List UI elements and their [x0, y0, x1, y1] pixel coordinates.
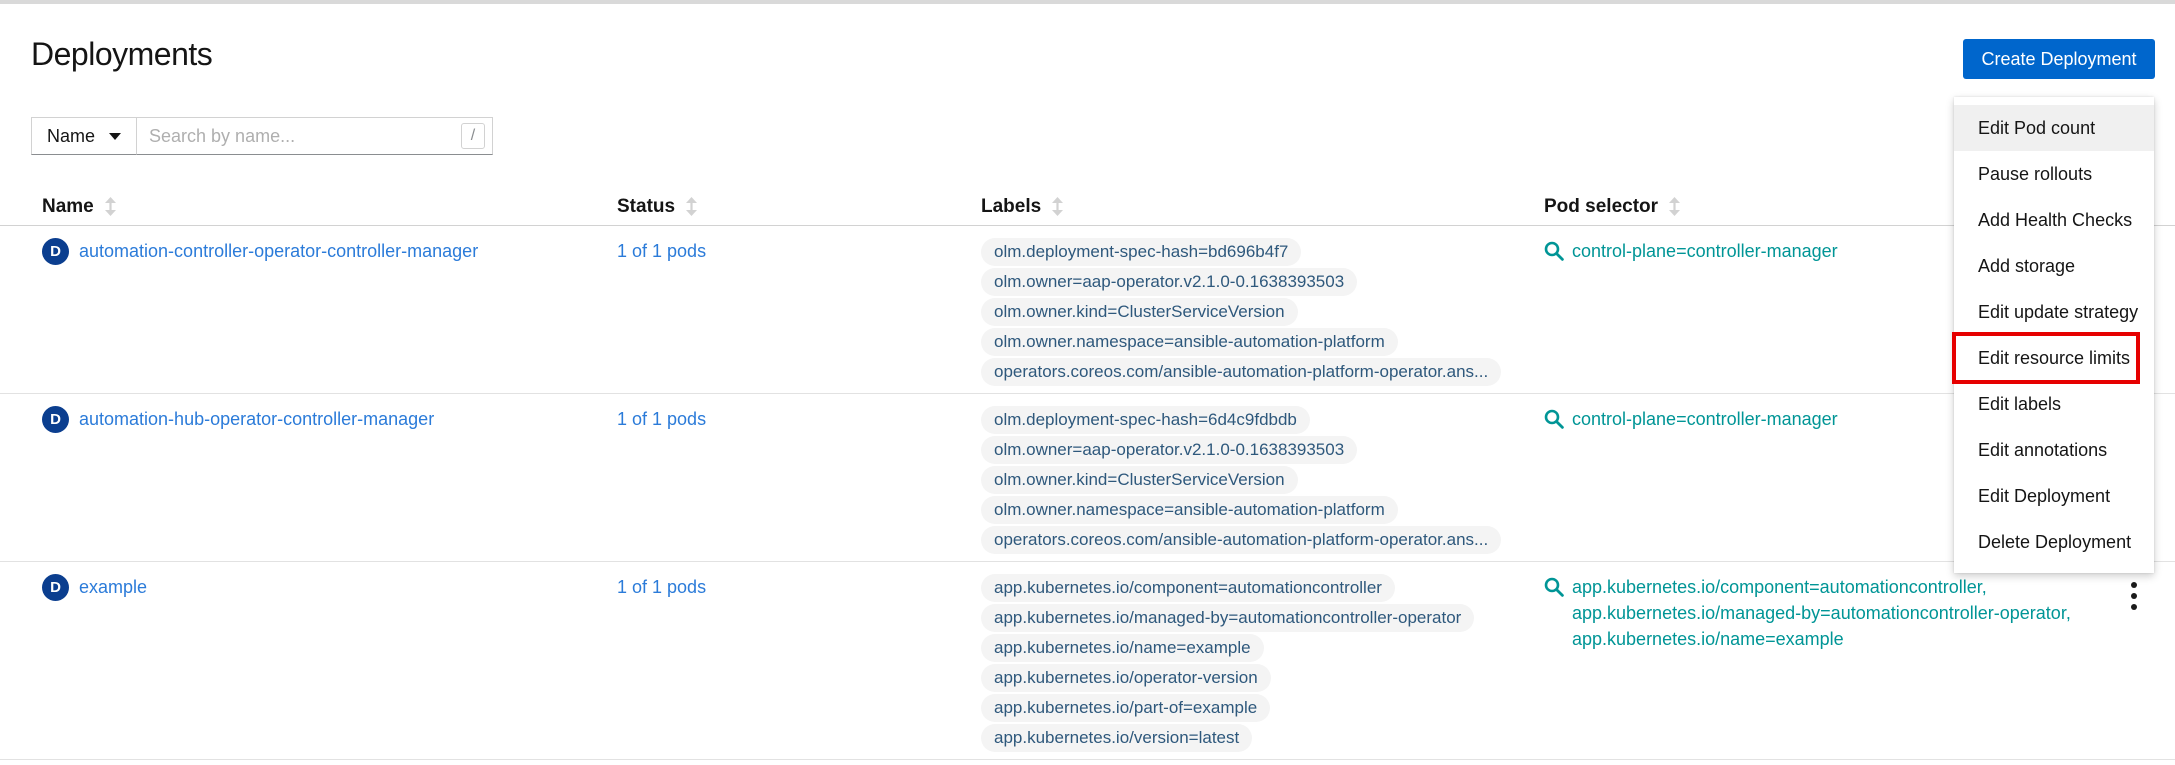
menu-item-edit-update-strategy[interactable]: Edit update strategy: [1954, 289, 2154, 335]
sort-arrows-icon: [104, 197, 117, 216]
menu-item-edit-deployment[interactable]: Edit Deployment: [1954, 473, 2154, 519]
filter-type-label: Name: [47, 126, 95, 147]
search-icon: [1544, 406, 1564, 436]
label-chip[interactable]: olm.owner.namespace=ansible-automation-p…: [981, 496, 1398, 524]
keyboard-shortcut-badge: /: [461, 123, 485, 149]
top-divider: [0, 0, 2175, 4]
label-chip[interactable]: app.kubernetes.io/name=example: [981, 634, 1264, 662]
deployment-name-link[interactable]: automation-hub-operator-controller-manag…: [79, 406, 434, 433]
label-chip[interactable]: olm.deployment-spec-hash=bd696b4f7: [981, 238, 1301, 266]
deployments-page: Deployments Create Deployment Name / Nam…: [0, 0, 2175, 765]
label-chip[interactable]: operators.coreos.com/ansible-automation-…: [981, 358, 1501, 386]
create-deployment-button[interactable]: Create Deployment: [1963, 39, 2155, 79]
label-chip[interactable]: olm.owner.namespace=ansible-automation-p…: [981, 328, 1398, 356]
column-header-name[interactable]: Name: [42, 196, 617, 218]
pods-status-link[interactable]: 1 of 1 pods: [617, 241, 706, 261]
menu-item-edit-annotations[interactable]: Edit annotations: [1954, 427, 2154, 473]
table-body: D automation-controller-operator-control…: [0, 226, 2175, 760]
search-icon: [1544, 574, 1564, 604]
label-chip[interactable]: app.kubernetes.io/version=latest: [981, 724, 1252, 752]
menu-item-add-health-checks[interactable]: Add Health Checks: [1954, 197, 2154, 243]
menu-item-edit-resource-limits[interactable]: Edit resource limits: [1954, 335, 2154, 381]
menu-item-delete-deployment[interactable]: Delete Deployment: [1954, 519, 2154, 565]
label-chip[interactable]: olm.owner=aap-operator.v2.1.0-0.16383935…: [981, 436, 1357, 464]
deployment-badge: D: [42, 574, 69, 601]
table-row: D automation-hub-operator-controller-man…: [0, 394, 2175, 562]
table-row: D example 1 of 1 pods app.kubernetes.io/…: [0, 562, 2175, 760]
menu-item-add-storage[interactable]: Add storage: [1954, 243, 2154, 289]
label-chip[interactable]: operators.coreos.com/ansible-automation-…: [981, 526, 1501, 554]
label-chip[interactable]: olm.owner.kind=ClusterServiceVersion: [981, 466, 1298, 494]
label-chip[interactable]: app.kubernetes.io/managed-by=automationc…: [981, 604, 1474, 632]
table-header: Name Status Labels Pod selector: [0, 188, 2175, 226]
sort-arrows-icon: [685, 197, 698, 216]
deployment-badge: D: [42, 406, 69, 433]
table-row: D automation-controller-operator-control…: [0, 226, 2175, 394]
label-chip[interactable]: olm.owner.kind=ClusterServiceVersion: [981, 298, 1298, 326]
caret-down-icon: [109, 133, 121, 140]
column-header-labels[interactable]: Labels: [981, 196, 1544, 218]
sort-arrows-icon: [1051, 197, 1064, 216]
search-icon: [1544, 238, 1564, 268]
pods-status-link[interactable]: 1 of 1 pods: [617, 409, 706, 429]
column-header-status[interactable]: Status: [617, 196, 981, 218]
label-chip[interactable]: olm.deployment-spec-hash=6d4c9fdbdb: [981, 406, 1310, 434]
label-chip[interactable]: olm.owner=aap-operator.v2.1.0-0.16383935…: [981, 268, 1357, 296]
filter-type-dropdown[interactable]: Name: [31, 117, 137, 155]
sort-arrows-icon: [1668, 197, 1681, 216]
pods-status-link[interactable]: 1 of 1 pods: [617, 577, 706, 597]
filter-toolbar: Name /: [31, 117, 493, 155]
row-actions-menu: Edit Pod count Pause rollouts Add Health…: [1954, 97, 2154, 573]
kebab-icon[interactable]: [2124, 582, 2144, 616]
search-input[interactable]: [137, 117, 493, 155]
deployment-name-link[interactable]: automation-controller-operator-controlle…: [79, 238, 478, 265]
label-chip[interactable]: app.kubernetes.io/component=automationco…: [981, 574, 1395, 602]
page-title: Deployments: [31, 36, 212, 73]
deployment-badge: D: [42, 238, 69, 265]
pod-selector-link[interactable]: app.kubernetes.io/component=automationco…: [1544, 574, 2175, 759]
menu-item-pause-rollouts[interactable]: Pause rollouts: [1954, 151, 2154, 197]
menu-item-edit-labels[interactable]: Edit labels: [1954, 381, 2154, 427]
label-chip[interactable]: app.kubernetes.io/part-of=example: [981, 694, 1270, 722]
search-field-wrap: /: [137, 117, 493, 155]
label-chip[interactable]: app.kubernetes.io/operator-version: [981, 664, 1271, 692]
menu-item-edit-pod-count[interactable]: Edit Pod count: [1954, 105, 2154, 151]
deployment-name-link[interactable]: example: [79, 574, 147, 601]
